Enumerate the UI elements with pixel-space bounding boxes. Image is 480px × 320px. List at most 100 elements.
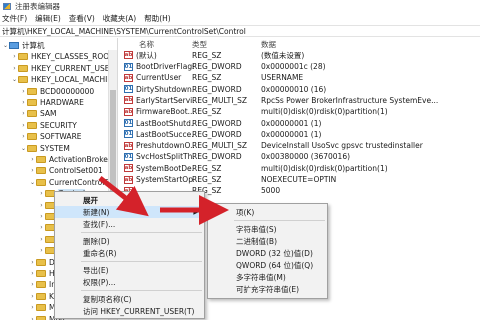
column-header-data[interactable]: 数据 xyxy=(261,39,276,49)
tree-item[interactable]: › SECURITY xyxy=(20,120,77,131)
expand-chevron-icon[interactable]: › xyxy=(29,293,36,300)
value-row[interactable]: ab EarlyStartServi... REG_MULTI_SZ RpcSs Po… xyxy=(121,95,480,106)
submenu-item[interactable]: 多字符串值(M) xyxy=(208,271,327,283)
value-name: LastBootSucce... xyxy=(136,129,194,139)
expand-chevron-icon[interactable]: › xyxy=(11,65,18,72)
expand-chevron-icon[interactable]: › xyxy=(29,281,36,288)
tree-item[interactable]: › SOFTWARE xyxy=(20,131,81,142)
collapse-chevron-icon[interactable]: ⌄ xyxy=(2,42,9,49)
submenu-item[interactable]: QWORD (64 位)值(Q) xyxy=(208,259,327,271)
value-name: FirmwareBoot... xyxy=(136,107,194,117)
submenu-item[interactable]: 字符串值(S) xyxy=(208,223,327,235)
value-data: NOEXECUTE=OPTIN xyxy=(261,175,337,185)
folder-icon xyxy=(36,156,46,163)
context_menu-item[interactable]: 删除(D) xyxy=(55,235,204,247)
expand-chevron-icon[interactable]: › xyxy=(20,122,27,129)
value-data: multi(0)disk(0)rdisk(0)partition(1) xyxy=(261,163,388,173)
expand-chevron-icon[interactable]: › xyxy=(38,224,45,231)
collapse-chevron-icon[interactable]: ⌄ xyxy=(20,145,27,152)
tree-item[interactable]: › ActivationBroker xyxy=(29,154,111,165)
expand-chevron-icon[interactable]: › xyxy=(38,236,45,243)
context_menu-item-label: 展开 xyxy=(83,195,98,205)
menu-item-1[interactable]: 编辑(E) xyxy=(35,13,61,24)
submenu-item-label: 多字符串值(M) xyxy=(236,272,286,282)
tree-item[interactable]: › SAM xyxy=(20,108,57,119)
value-name: CurrentUser xyxy=(136,73,182,83)
value-row[interactable]: ab SystemStartOp... REG_SZ NOEXECUTE=OPTIN xyxy=(121,174,480,185)
expand-chevron-icon[interactable]: › xyxy=(29,270,36,277)
value-row[interactable]: ab FirmwareBoot... REG_SZ multi(0)disk(0)rd… xyxy=(121,107,480,118)
context_menu-item[interactable]: 导出(E) xyxy=(55,264,204,276)
menu-item-2[interactable]: 查看(V) xyxy=(69,13,95,24)
context_menu-item[interactable]: 查找(F)... xyxy=(55,218,204,230)
context_menu-item[interactable]: 复制项名称(C) xyxy=(55,293,204,305)
value-type: REG_SZ xyxy=(192,175,222,185)
value-row[interactable]: ab (默认) REG_SZ (数值未设置) xyxy=(121,50,480,61)
value-row[interactable]: 01 LastBootShutd... REG_DWORD 0x00000001 (1… xyxy=(121,118,480,129)
menu-separator xyxy=(81,290,202,291)
folder-icon xyxy=(36,270,46,277)
tree-item[interactable]: ⌄ HKEY_LOCAL_MACHINE xyxy=(11,74,117,85)
address-bar[interactable]: 计算机\HKEY_LOCAL_MACHINE\SYSTEM\CurrentCon… xyxy=(0,25,480,37)
tree-item-label: SAM xyxy=(40,109,57,119)
tree-item[interactable]: › BCD00000000 xyxy=(20,86,94,97)
tree-item[interactable]: ⌄ 计算机 xyxy=(2,40,45,51)
value-row[interactable]: 01 LastBootSucce... REG_DWORD 0x00000001 (1… xyxy=(121,129,480,140)
value-type: REG_MULTI_SZ xyxy=(192,141,248,151)
value-row[interactable]: 01 DirtyShutdown... REG_DWORD 0x00000010 (1… xyxy=(121,84,480,95)
menu-item-0[interactable]: 文件(F) xyxy=(2,13,27,24)
tree-item[interactable]: › HARDWARE xyxy=(20,97,84,108)
new-submenu: 项(K) 字符串值(S) 二进制值(B) DWORD (32 位)值(D) QWORD … xyxy=(207,203,328,299)
value-name: LastBootShutd... xyxy=(136,118,194,128)
tree-item[interactable]: › HKEY_CLASSES_ROOT xyxy=(11,51,113,62)
expand-chevron-icon[interactable]: › xyxy=(20,88,27,95)
expand-chevron-icon[interactable]: › xyxy=(20,133,27,140)
expand-chevron-icon[interactable]: › xyxy=(11,53,18,60)
context_menu-item[interactable]: 权限(P)... xyxy=(55,276,204,288)
tree-item[interactable]: › ControlSet001 xyxy=(29,165,102,176)
value-type: REG_SZ xyxy=(192,73,222,83)
value-row[interactable]: 01 SvcHostSplitTh... REG_DWORD 0x00380000 (… xyxy=(121,152,480,163)
tree-item-label: SECURITY xyxy=(40,120,77,130)
value-row[interactable]: 01 BootDriverFlags REG_DWORD 0x0000001c (28… xyxy=(121,61,480,72)
value-name: BootDriverFlags xyxy=(136,62,194,72)
value-row[interactable]: ab PreshutdownO... REG_MULTI_SZ DeviceInsta… xyxy=(121,140,480,151)
submenu-item[interactable]: 可扩充字符串值(E) xyxy=(208,283,327,295)
context_menu-item[interactable]: 展开 xyxy=(55,194,204,206)
folder-icon xyxy=(36,258,46,266)
submenu-item[interactable]: DWORD (32 位)值(D) xyxy=(208,247,327,259)
collapse-chevron-icon[interactable]: ⌄ xyxy=(11,76,18,83)
collapse-chevron-icon[interactable]: ⌄ xyxy=(29,179,36,186)
tree-item[interactable]: ⌄ SYSTEM xyxy=(20,143,70,154)
submenu-item[interactable]: 项(K) xyxy=(208,206,327,218)
tree-item[interactable]: › HKEY_CURRENT_USER xyxy=(11,63,115,74)
value-row[interactable]: ab SystemBootDe... REG_SZ multi(0)disk(0)rd… xyxy=(121,163,480,174)
value-row[interactable]: ab CurrentUser REG_SZ USERNAME xyxy=(121,73,480,84)
column-header-name[interactable]: 名称 xyxy=(139,39,154,49)
context_menu-item[interactable]: 重命名(R) xyxy=(55,247,204,259)
expand-chevron-icon[interactable]: › xyxy=(20,110,27,117)
expand-chevron-icon[interactable]: › xyxy=(29,316,36,320)
expand-chevron-icon[interactable]: › xyxy=(29,167,36,174)
value-data: RpcSs Power BrokerInfrastructure SystemE… xyxy=(261,95,439,105)
expand-chevron-icon[interactable]: › xyxy=(29,156,36,163)
expand-chevron-icon[interactable]: › xyxy=(29,304,36,311)
column-header-type[interactable]: 类型 xyxy=(192,39,207,49)
tree-item-label: HKEY_CURRENT_USER xyxy=(31,63,115,73)
expand-chevron-icon[interactable]: › xyxy=(29,259,36,266)
context_menu-item[interactable]: 访问 HKEY_CURRENT_USER(T) xyxy=(55,305,204,317)
value-name: DirtyShutdown... xyxy=(136,84,194,94)
context_menu-item[interactable]: 新建(N) ▶ xyxy=(55,206,204,218)
expand-chevron-icon[interactable]: › xyxy=(38,202,45,209)
menu-item-3[interactable]: 收藏夹(A) xyxy=(103,13,136,24)
expand-chevron-icon[interactable]: › xyxy=(20,99,27,106)
expand-chevron-icon[interactable]: › xyxy=(38,247,45,254)
expand-chevron-icon[interactable]: › xyxy=(38,190,45,197)
context_menu-item-label: 查找(F)... xyxy=(83,219,116,229)
submenu-item[interactable]: 二进制值(B) xyxy=(208,235,327,247)
menu-item-4[interactable]: 帮助(H) xyxy=(144,13,171,24)
computer-icon xyxy=(9,42,19,49)
menu-bar: 文件(F) 编辑(E) 查看(V) 收藏夹(A) 帮助(H) xyxy=(0,12,480,24)
expand-chevron-icon[interactable]: › xyxy=(38,213,45,220)
tree-item[interactable]: ⌄ CurrentControlSet xyxy=(29,177,117,188)
